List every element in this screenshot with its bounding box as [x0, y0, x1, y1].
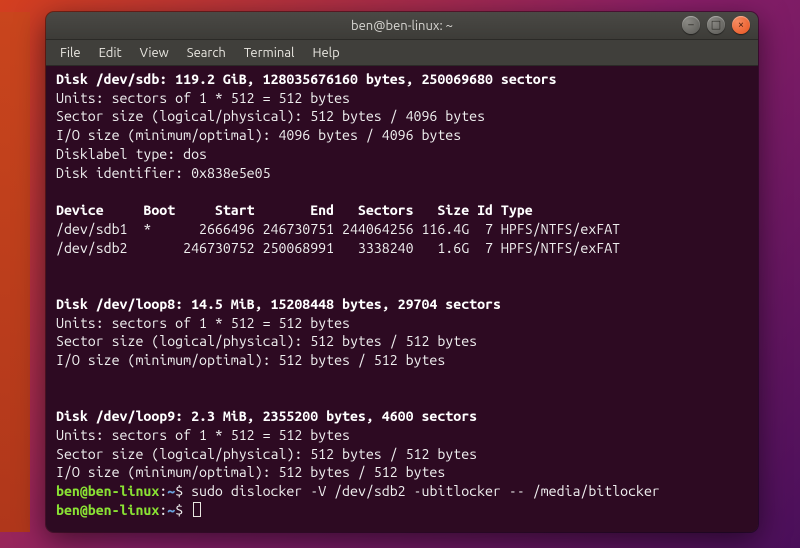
terminal-line: Units: sectors of 1 * 512 = 512 bytes	[56, 89, 748, 108]
close-button[interactable]: ×	[732, 16, 750, 34]
prompt-path: ~	[167, 483, 175, 499]
terminal-line	[56, 388, 748, 407]
terminal-line: Units: sectors of 1 * 512 = 512 bytes	[56, 426, 748, 445]
terminal-line: I/O size (minimum/optimal): 512 bytes / …	[56, 463, 748, 482]
terminal-line	[56, 257, 748, 276]
terminal-line: Sector size (logical/physical): 512 byte…	[56, 332, 748, 351]
maximize-button[interactable]: □	[707, 16, 725, 34]
menu-search[interactable]: Search	[179, 43, 234, 63]
terminal-line: Disk /dev/sdb: 119.2 GiB, 128035676160 b…	[56, 70, 748, 89]
terminal-line: /dev/sdb2 246730752 250068991 3338240 1.…	[56, 239, 748, 258]
terminal-prompt-line: ben@ben-linux:~$	[56, 501, 748, 520]
terminal-line: /dev/sdb1 * 2666496 246730751 244064256 …	[56, 220, 748, 239]
prompt-command: sudo dislocker -V /dev/sdb2 -ubitlocker …	[191, 483, 660, 499]
terminal-line: I/O size (minimum/optimal): 512 bytes / …	[56, 351, 748, 370]
terminal-line: Device Boot Start End Sectors Size Id Ty…	[56, 201, 748, 220]
maximize-icon: □	[711, 20, 721, 31]
terminal-line: I/O size (minimum/optimal): 4096 bytes /…	[56, 126, 748, 145]
terminal-line: Disk /dev/loop8: 14.5 MiB, 15208448 byte…	[56, 295, 748, 314]
prompt-path: ~	[167, 502, 175, 518]
window-controls: – □ ×	[682, 16, 750, 34]
menu-edit[interactable]: Edit	[91, 43, 130, 63]
menu-terminal[interactable]: Terminal	[236, 43, 303, 63]
close-icon: ×	[738, 20, 744, 31]
terminal-line	[56, 276, 748, 295]
terminal-line	[56, 182, 748, 201]
terminal-window: ben@ben-linux: ~ – □ × File Edit View Se…	[46, 12, 758, 532]
minimize-icon: –	[688, 20, 693, 31]
desktop-launcher-edge	[0, 12, 30, 532]
terminal-line	[56, 370, 748, 389]
prompt-user: ben@ben-linux	[56, 483, 159, 499]
menu-help[interactable]: Help	[304, 43, 347, 63]
terminal-line: Sector size (logical/physical): 512 byte…	[56, 107, 748, 126]
prompt-user: ben@ben-linux	[56, 502, 159, 518]
terminal-output[interactable]: Disk /dev/sdb: 119.2 GiB, 128035676160 b…	[46, 66, 758, 532]
titlebar[interactable]: ben@ben-linux: ~ – □ ×	[46, 12, 758, 40]
minimize-button[interactable]: –	[682, 16, 700, 34]
terminal-line: Disk /dev/loop9: 2.3 MiB, 2355200 bytes,…	[56, 407, 748, 426]
terminal-line: Sector size (logical/physical): 512 byte…	[56, 445, 748, 464]
terminal-line: Disk identifier: 0x838e5e05	[56, 164, 748, 183]
menu-view[interactable]: View	[132, 43, 177, 63]
terminal-prompt-line: ben@ben-linux:~$ sudo dislocker -V /dev/…	[56, 482, 748, 501]
terminal-line: Disklabel type: dos	[56, 145, 748, 164]
menubar: File Edit View Search Terminal Help	[46, 40, 758, 66]
terminal-line: Units: sectors of 1 * 512 = 512 bytes	[56, 314, 748, 333]
cursor-icon	[193, 502, 201, 517]
window-title: ben@ben-linux: ~	[351, 19, 453, 33]
menu-file[interactable]: File	[52, 43, 89, 63]
